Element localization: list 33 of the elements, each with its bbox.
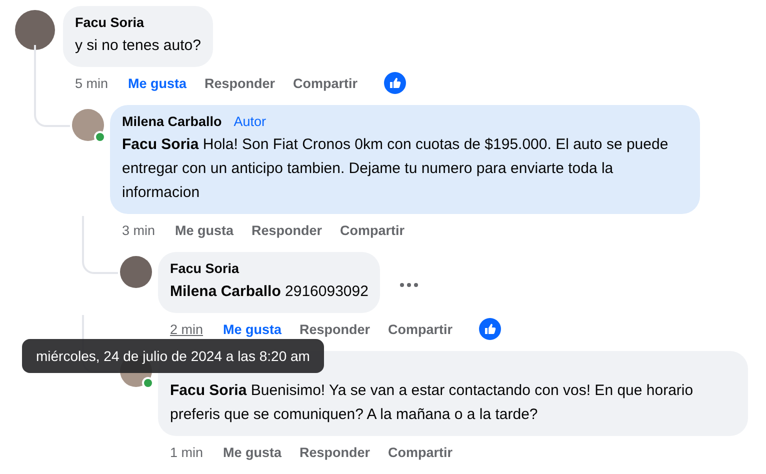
comment-text: Facu Soria Buenisimo! Ya se van a estar contactando con vos! En que horario preferis que se comuniquen? A la mañana o a la tarde?	[170, 381, 694, 425]
avatar[interactable]	[120, 256, 152, 288]
author-name[interactable]: Facu Soria	[75, 14, 144, 32]
author-name[interactable]: Milena Carballo	[122, 113, 222, 131]
like-link[interactable]: Me gusta	[223, 322, 282, 336]
timestamp-link[interactable]: 1 min	[170, 444, 204, 460]
reply-link[interactable]: Responder	[204, 76, 276, 90]
timestamp-link[interactable]: 5 min	[75, 76, 108, 90]
date-tooltip: miércoles, 24 de julio de 2024 a las 8:20 am	[22, 339, 324, 373]
share-link[interactable]: Compartir	[340, 222, 405, 238]
comment-text: Milena Carballo 2916093092	[170, 282, 368, 302]
like-reaction-icon[interactable]	[478, 318, 501, 340]
avatar[interactable]	[15, 10, 55, 50]
avatar[interactable]	[72, 109, 104, 141]
like-link[interactable]: Me gusta	[175, 222, 234, 238]
reply-link[interactable]: Responder	[300, 322, 370, 336]
reply-link[interactable]: Responder	[300, 444, 370, 460]
author-label: Autor	[234, 113, 266, 131]
thread-line	[82, 216, 118, 274]
timestamp-link[interactable]: 2 min	[170, 322, 204, 336]
like-link[interactable]: Me gusta	[128, 76, 187, 90]
like-reaction-icon[interactable]	[384, 72, 406, 94]
comment-text: y si no tenes auto?	[75, 36, 201, 56]
comment-text: Facu Soria Hola! Son Fiat Cronos 0km con cuotas de $195.000. El auto se puede entregar con un anticipo tambien. Dejame tu numero para enviarte toda la informacion	[122, 135, 670, 203]
author-name[interactable]: Facu Soria	[170, 260, 240, 278]
timestamp-link[interactable]: 3 min	[122, 222, 156, 238]
share-link[interactable]: Compartir	[388, 444, 453, 460]
online-status-dot	[142, 377, 154, 389]
reply-link[interactable]: Responder	[252, 222, 322, 238]
like-link[interactable]: Me gusta	[223, 444, 282, 460]
online-status-dot	[94, 131, 106, 143]
share-link[interactable]: Compartir	[388, 322, 453, 336]
share-link[interactable]: Compartir	[293, 76, 358, 90]
